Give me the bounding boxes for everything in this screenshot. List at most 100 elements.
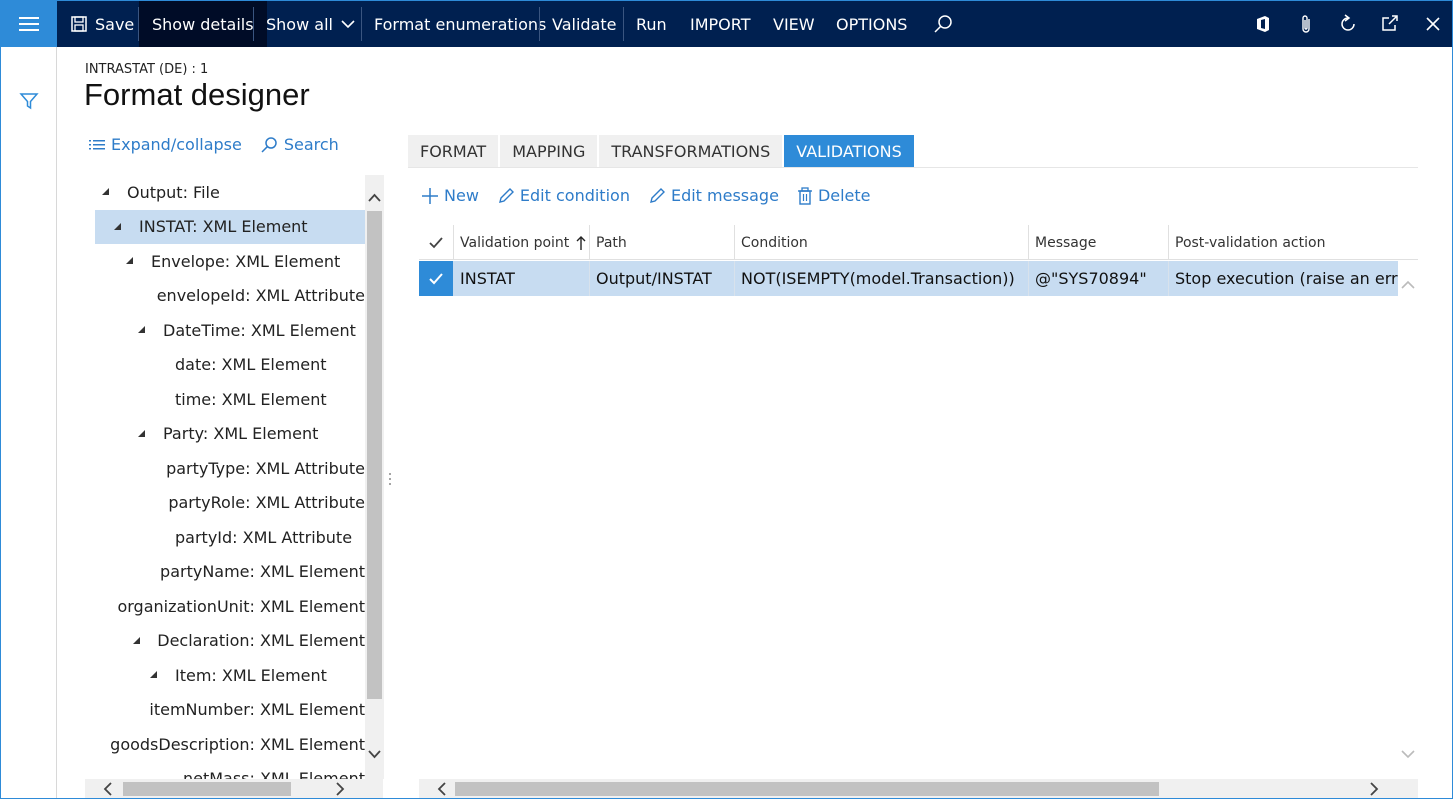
column-header-condition[interactable]: Condition: [735, 225, 1029, 260]
column-label: Condition: [741, 234, 808, 251]
tree-node[interactable]: envelopeId: XML Attribute: [95, 279, 365, 313]
caret-expanded-icon: [150, 671, 157, 678]
run-button[interactable]: Run: [624, 1, 679, 47]
left-rail: [1, 47, 57, 798]
chevron-left-icon[interactable]: [101, 779, 115, 799]
scrollbar-thumb[interactable]: [367, 211, 382, 699]
tree-node[interactable]: goodsDescription: XML Element: [95, 727, 365, 761]
tab-validations[interactable]: VALIDATIONS: [784, 135, 914, 168]
show-details-button[interactable]: Show details: [139, 1, 267, 47]
expand-toggle[interactable]: [123, 257, 137, 265]
tree-node[interactable]: partyRole: XML Attribute: [95, 486, 365, 520]
search-icon: [261, 136, 277, 153]
show-all-dropdown[interactable]: Show all: [254, 1, 367, 47]
drag-handle-icon: [389, 473, 391, 485]
pencil-icon: [649, 187, 665, 203]
navigation-menu-button[interactable]: [1, 1, 57, 47]
chevron-up-icon[interactable]: [1398, 278, 1418, 292]
cell-post-validation-action[interactable]: Stop execution (raise an error): [1169, 261, 1398, 296]
chevron-down-icon[interactable]: [1398, 747, 1418, 761]
expand-collapse-button[interactable]: Expand/collapse: [89, 135, 242, 154]
grid-vertical-scrollbar[interactable]: [1398, 261, 1418, 779]
tree-toolbar: Expand/collapse Search: [89, 135, 339, 154]
chevron-left-icon[interactable]: [435, 779, 449, 799]
checkmark-icon: [429, 236, 443, 248]
column-header-post-validation-action[interactable]: Post-validation action: [1169, 225, 1418, 260]
chevron-right-icon[interactable]: [333, 779, 347, 799]
validate-button[interactable]: Validate: [540, 1, 628, 47]
action-search-button[interactable]: [923, 1, 963, 47]
tree-node[interactable]: Party: XML Element: [95, 417, 365, 451]
edit-message-button[interactable]: Edit message: [648, 186, 779, 205]
chevron-right-icon[interactable]: [1367, 779, 1381, 799]
import-menu[interactable]: IMPORT: [678, 1, 763, 47]
save-button[interactable]: Save: [59, 1, 146, 47]
cell-path[interactable]: Output/INSTAT: [590, 261, 735, 296]
expand-toggle[interactable]: [131, 636, 144, 645]
tree-node[interactable]: partyId: XML Attribute: [95, 520, 365, 554]
attachments-button[interactable]: [1286, 1, 1326, 47]
grid-horizontal-scrollbar[interactable]: [419, 779, 1418, 799]
tree-node[interactable]: organizationUnit: XML Element: [95, 589, 365, 623]
tree-vertical-scrollbar[interactable]: [365, 175, 384, 779]
format-enumerations-button[interactable]: Format enumerations: [362, 1, 558, 47]
open-new-window-button[interactable]: [1370, 1, 1410, 47]
column-header-path[interactable]: Path: [590, 225, 735, 260]
row-checkbox[interactable]: [419, 261, 453, 296]
tree-node[interactable]: date: XML Element: [95, 348, 365, 382]
tab-mapping[interactable]: MAPPING: [500, 135, 598, 168]
tree-node[interactable]: netMass: XML Element: [95, 762, 365, 779]
tree-node[interactable]: Item: XML Element: [95, 658, 365, 692]
cell-condition[interactable]: NOT(ISEMPTY(model.Transaction)): [735, 261, 1029, 296]
expand-toggle[interactable]: [135, 429, 149, 438]
tree-node[interactable]: INSTAT: XML Element: [95, 209, 365, 244]
tree-node-label: partyType: XML Attribute: [166, 458, 365, 478]
close-button[interactable]: [1413, 1, 1452, 47]
tree-node[interactable]: time: XML Element: [95, 382, 365, 416]
new-button[interactable]: New: [421, 186, 479, 205]
chevron-up-icon[interactable]: [365, 191, 384, 205]
scrollbar-thumb[interactable]: [455, 782, 1159, 796]
view-menu[interactable]: VIEW: [761, 1, 827, 47]
grid-header: Validation point Path Condition Message …: [419, 225, 1418, 260]
refresh-button[interactable]: [1328, 1, 1368, 47]
refresh-icon: [1341, 14, 1355, 31]
column-header-message[interactable]: Message: [1029, 225, 1169, 260]
expand-toggle[interactable]: [99, 188, 113, 196]
column-label: Validation point: [460, 234, 570, 251]
expand-toggle[interactable]: [135, 326, 149, 334]
list-icon: [89, 139, 105, 149]
tree-node[interactable]: partyName: XML Element: [95, 555, 365, 589]
cell-validation-point[interactable]: INSTAT: [454, 261, 590, 296]
tree-search-button[interactable]: Search: [260, 135, 339, 154]
tree-node[interactable]: Output: File: [95, 175, 365, 209]
cell-message[interactable]: @"SYS70894": [1029, 261, 1169, 296]
tree-node[interactable]: Declaration: XML Element: [95, 624, 365, 658]
edit-condition-button[interactable]: Edit condition: [497, 186, 630, 205]
tree-node-label: organizationUnit: XML Element: [117, 596, 365, 616]
chevron-down-icon: [341, 20, 355, 29]
table-row[interactable]: INSTAT Output/INSTAT NOT(ISEMPTY(model.T…: [419, 261, 1398, 296]
tree-node-label: envelopeId: XML Attribute: [156, 286, 365, 305]
breadcrumb: INTRASTAT (DE) : 1: [85, 62, 209, 77]
scrollbar-thumb[interactable]: [123, 782, 291, 796]
filter-pane-button[interactable]: [19, 92, 39, 114]
chevron-down-icon[interactable]: [365, 747, 384, 761]
plus-icon: [422, 187, 438, 204]
tree-node[interactable]: itemNumber: XML Element: [95, 693, 365, 727]
tree-node[interactable]: DateTime: XML Element: [95, 313, 365, 347]
expand-toggle[interactable]: [111, 222, 125, 231]
options-menu[interactable]: OPTIONS: [824, 1, 919, 47]
tree-horizontal-scrollbar[interactable]: [85, 779, 383, 799]
select-all-checkbox[interactable]: [419, 225, 454, 260]
tree-node[interactable]: Envelope: XML Element: [95, 244, 365, 278]
column-header-validation-point[interactable]: Validation point: [454, 225, 590, 260]
delete-button[interactable]: Delete: [797, 186, 871, 205]
expand-toggle[interactable]: [147, 671, 161, 679]
office-button[interactable]: [1243, 1, 1283, 47]
pane-splitter[interactable]: [387, 471, 393, 487]
tab-format[interactable]: FORMAT: [408, 135, 499, 168]
office-icon: [1257, 16, 1269, 32]
tab-transformations[interactable]: TRANSFORMATIONS: [599, 135, 783, 168]
tree-node[interactable]: partyType: XML Attribute: [95, 451, 365, 485]
